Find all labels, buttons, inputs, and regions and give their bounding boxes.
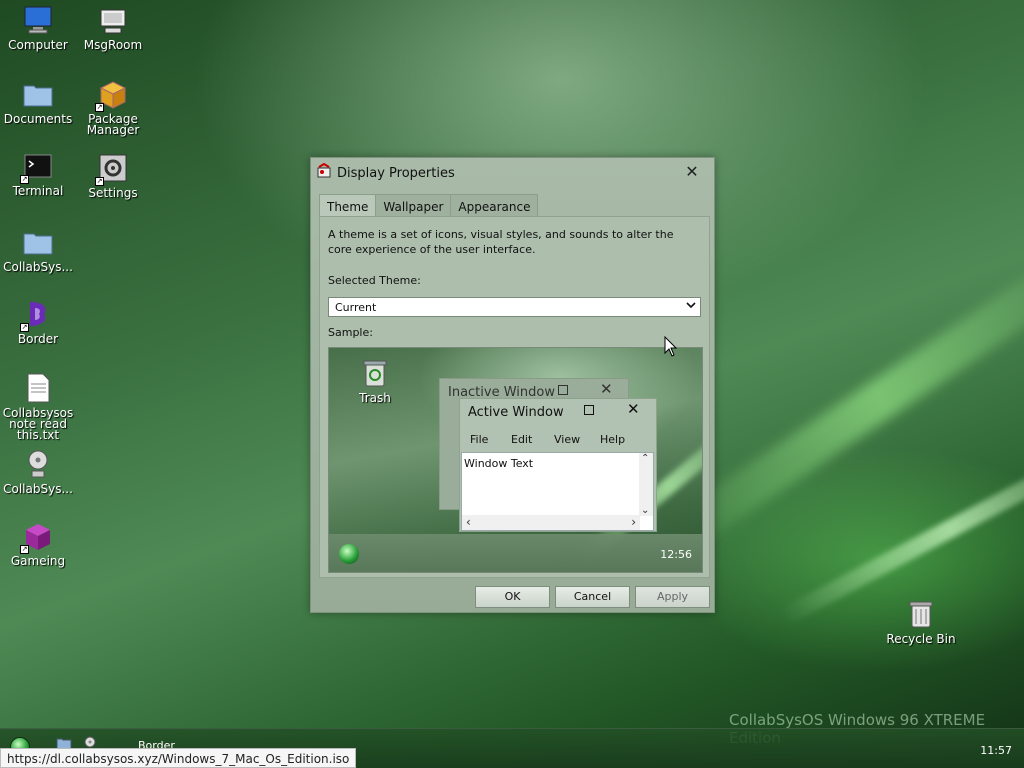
display-properties-dialog: Display Properties ✕ Theme Wallpaper Appea… — [310, 157, 715, 613]
cd-icon — [22, 448, 54, 480]
desktop-icon-label: MsgRoom — [83, 38, 143, 52]
sample-window-text-area: Window Text ⌃ ⌄ ‹ › — [461, 452, 654, 531]
close-icon: ✕ — [627, 400, 640, 418]
desktop-icon-label: Package Manager — [86, 112, 140, 137]
menu-view: View — [554, 433, 581, 446]
desktop-icon-label: Computer — [8, 38, 68, 52]
sample-clock: 12:56 — [660, 548, 692, 561]
tab-theme[interactable]: Theme — [319, 194, 377, 218]
sample-active-window: Active Window ✕ File Edit View Help Wind… — [459, 398, 657, 532]
recycle-bin-icon — [905, 598, 937, 630]
close-button[interactable]: ✕ — [682, 162, 702, 182]
desktop-icon-terminal[interactable]: ↗ Terminal — [0, 150, 76, 197]
terminal-icon: ↗ — [20, 150, 54, 184]
trash-label: Trash — [359, 391, 391, 405]
chevron-down-icon — [686, 300, 696, 313]
desktop-icon-label: Documents — [3, 112, 73, 126]
sample-label: Sample: — [328, 326, 373, 339]
desktop-icon-collabsys-cd[interactable]: CollabSys... — [0, 448, 76, 495]
folder-icon — [22, 226, 54, 258]
desktop-icon-collabsys-folder[interactable]: CollabSys... — [0, 226, 76, 273]
tab-appearance[interactable]: Appearance — [450, 194, 539, 217]
menu-edit: Edit — [511, 433, 533, 446]
desktop-icon-note-file[interactable]: Collabsysos note read this.txt — [0, 372, 76, 441]
cube-icon: ↗ — [20, 520, 54, 554]
scroll-down-icon: ⌄ — [641, 505, 650, 516]
desktop-icon-computer[interactable]: Computer — [0, 4, 76, 51]
apply-button[interactable]: Apply — [635, 586, 710, 608]
status-url: https://dl.collabsysos.xyz/Windows_7_Mac… — [0, 748, 357, 768]
sample-trash: Trash — [355, 358, 395, 405]
desktop-icon-label: CollabSys... — [3, 482, 73, 496]
cancel-button[interactable]: Cancel — [555, 586, 630, 608]
msgroom-icon — [97, 4, 129, 36]
dialog-title: Display Properties — [337, 166, 455, 181]
tab-wallpaper[interactable]: Wallpaper — [375, 194, 452, 217]
shortcut-arrow-icon: ↗ — [20, 175, 29, 184]
scroll-up-icon: ⌃ — [641, 453, 650, 464]
shortcut-arrow-icon: ↗ — [20, 545, 29, 554]
desktop-icon-package-manager[interactable]: ↗ Package Manager — [75, 78, 151, 136]
maximize-icon — [558, 385, 568, 395]
border-icon: ↗ — [20, 298, 54, 332]
desktop-icon-label: Recycle Bin — [886, 632, 956, 646]
desktop-icon-recycle-bin[interactable]: Recycle Bin — [883, 598, 959, 645]
desktop-icon-label: CollabSys... — [3, 260, 73, 274]
theme-sample-preview: Trash Inactive Window ✕ Active Window ✕ … — [328, 347, 703, 573]
theme-select[interactable]: Current — [328, 297, 701, 317]
sample-menubar: File Edit View Help — [460, 429, 656, 451]
sample-start-icon — [339, 544, 359, 564]
scroll-left-icon: ‹ — [466, 515, 471, 529]
horizontal-scrollbar: ‹ › — [462, 515, 640, 530]
shortcut-arrow-icon: ↗ — [95, 177, 104, 186]
mouse-cursor-icon — [664, 336, 678, 357]
desktop-icon-msgroom[interactable]: MsgRoom — [75, 4, 151, 51]
window-text: Window Text — [464, 457, 534, 470]
text-file-icon — [22, 372, 54, 404]
vertical-scrollbar: ⌃ ⌄ — [639, 453, 653, 516]
display-properties-icon — [316, 162, 332, 179]
gear-icon: ↗ — [95, 152, 129, 186]
shortcut-arrow-icon: ↗ — [20, 323, 29, 332]
sample-taskbar: 12:56 — [329, 534, 702, 572]
desktop-icon-label: Settings — [88, 186, 138, 200]
theme-panel: A theme is a set of icons, visual styles… — [319, 216, 710, 578]
desktop-icon-documents[interactable]: Documents — [0, 78, 76, 125]
taskbar-clock: 11:57 — [980, 744, 1012, 757]
desktop-icon-border[interactable]: ↗ Border — [0, 298, 76, 345]
desktop-icon-settings[interactable]: ↗ Settings — [75, 152, 151, 199]
maximize-icon — [584, 405, 594, 415]
desktop-icon-label: Gameing — [10, 554, 66, 568]
close-icon: ✕ — [600, 380, 613, 398]
theme-select-value: Current — [335, 301, 377, 314]
theme-description: A theme is a set of icons, visual styles… — [328, 228, 674, 256]
folder-icon — [22, 78, 54, 110]
desktop-icon-label: Collabsysos note read this.txt — [2, 406, 74, 442]
scroll-right-icon: › — [631, 515, 636, 529]
shortcut-arrow-icon: ↗ — [95, 103, 104, 112]
desktop-icon-label: Terminal — [12, 184, 64, 198]
trash-icon — [363, 360, 387, 387]
ok-button[interactable]: OK — [475, 586, 550, 608]
selected-theme-label: Selected Theme: — [328, 274, 421, 287]
desktop-icon-label: Border — [17, 332, 59, 346]
computer-icon — [22, 4, 54, 36]
active-window-title: Active Window — [468, 405, 564, 420]
menu-help: Help — [600, 433, 626, 446]
menu-file: File — [470, 433, 489, 446]
package-icon: ↗ — [95, 78, 129, 112]
desktop-icon-gameing[interactable]: ↗ Gameing — [0, 520, 76, 567]
tab-bar: Theme Wallpaper Appearance — [319, 194, 539, 218]
